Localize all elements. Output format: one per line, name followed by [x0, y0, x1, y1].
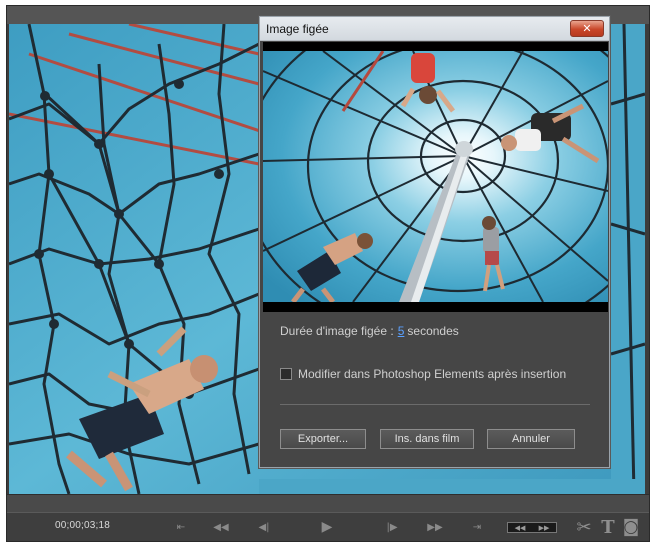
duration-row: Durée d'image figée : 5 secondes: [280, 324, 459, 338]
freeze-frame-preview: [263, 42, 608, 312]
divider: [280, 404, 590, 405]
dialog-title: Image figée: [266, 22, 329, 36]
export-button[interactable]: Exporter...: [280, 429, 366, 449]
edit-in-photoshop-option[interactable]: Modifier dans Photoshop Elements après i…: [280, 367, 566, 381]
duration-label: Durée d'image figée :: [280, 324, 394, 338]
shuttle-back-icon: ◀◀: [514, 523, 526, 532]
text-tool-icon[interactable]: T: [599, 517, 617, 538]
transport-bar: 00;00;03;18 ⇤ ◀◀ ◀| ▶ |▶ ▶▶ ⇥ ◀◀ ▶▶ ✂ T …: [7, 512, 649, 541]
edit-in-photoshop-label: Modifier dans Photoshop Elements après i…: [298, 367, 567, 381]
close-icon: ✕: [582, 22, 592, 35]
duration-unit: secondes: [407, 324, 459, 338]
play-icon[interactable]: ▶: [319, 519, 335, 535]
step-back-icon[interactable]: ◀|: [256, 520, 272, 534]
insert-in-movie-button[interactable]: Ins. dans film: [380, 429, 474, 449]
freeze-frame-dialog: Image figée ✕ Durée d'image figée: 5 se…: [259, 16, 610, 468]
shuttle-control[interactable]: ◀◀ ▶▶: [507, 522, 557, 533]
duration-input[interactable]: 5: [398, 324, 405, 338]
go-to-end-icon[interactable]: ⇥: [469, 520, 485, 534]
cancel-button[interactable]: Annuler: [487, 429, 575, 449]
camera-icon[interactable]: ◙: [621, 517, 641, 537]
timeline-strip[interactable]: [7, 494, 649, 512]
fast-forward-icon[interactable]: ▶▶: [427, 520, 443, 534]
shuttle-forward-icon: ▶▶: [538, 523, 550, 532]
freeze-frame-image: [263, 51, 608, 302]
go-to-start-icon[interactable]: ⇤: [173, 520, 189, 534]
rewind-icon[interactable]: ◀◀: [213, 520, 229, 534]
edit-in-photoshop-checkbox[interactable]: [280, 368, 292, 380]
app-frame: 00;00;03;18 ⇤ ◀◀ ◀| ▶ |▶ ▶▶ ⇥ ◀◀ ▶▶ ✂ T …: [0, 0, 653, 545]
timecode: 00;00;03;18: [55, 520, 111, 531]
dialog-titlebar[interactable]: Image figée ✕: [260, 17, 609, 41]
scissors-icon[interactable]: ✂: [573, 517, 595, 538]
close-button[interactable]: ✕: [570, 20, 604, 37]
step-forward-icon[interactable]: |▶: [384, 520, 400, 534]
